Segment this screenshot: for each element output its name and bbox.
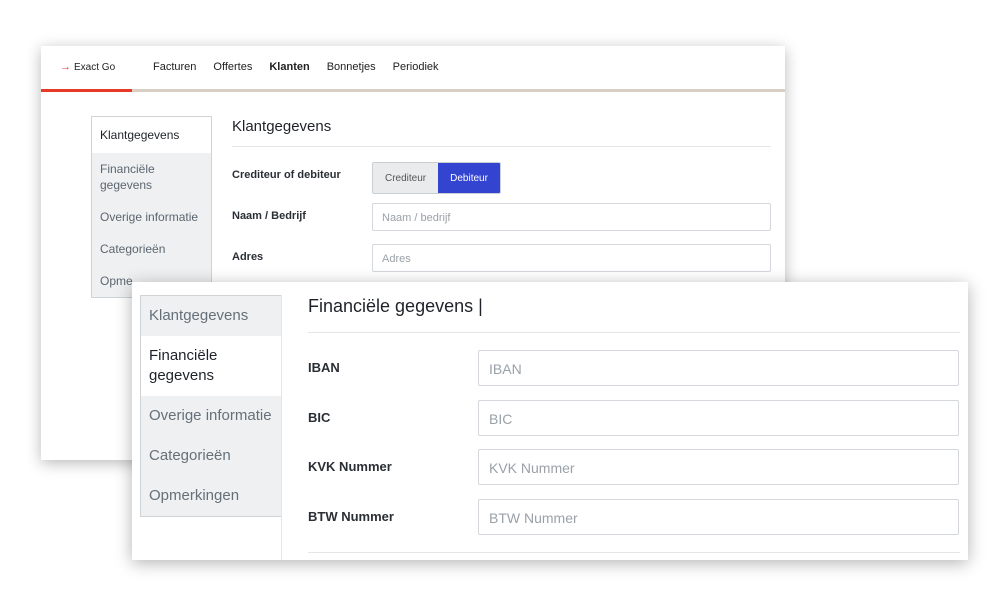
main-nav: Facturen Offertes Klanten Bonnetjes Peri…: [153, 61, 456, 73]
nav-item-bonnetjes[interactable]: Bonnetjes: [327, 61, 376, 73]
sidebar-item-klantgegevens[interactable]: Klantgegevens: [92, 117, 211, 153]
kvk-label: KVK Nummer: [308, 459, 392, 474]
sidebar-item-financiele-gegevens[interactable]: Financiële gegevens: [92, 153, 211, 201]
btw-input[interactable]: BTW Nummer: [478, 499, 959, 535]
exact-go-logo[interactable]: → Exact Go: [60, 61, 115, 73]
crediteur-debiteur-toggle: Crediteur Debiteur: [372, 162, 501, 194]
address-label: Adres: [232, 251, 264, 263]
back-sidebar: Klantgegevens Financiële gegevens Overig…: [91, 116, 212, 298]
active-brand-indicator: [41, 89, 132, 92]
debiteur-button[interactable]: Debiteur: [438, 163, 500, 193]
logo-text: Exact Go: [74, 61, 116, 73]
sidebar-item-overige-informatie[interactable]: Overige informatie: [141, 396, 281, 436]
divider: [308, 332, 960, 333]
bic-label: BIC: [308, 410, 331, 425]
btw-label: BTW Nummer: [308, 509, 394, 524]
nav-item-klanten[interactable]: Klanten: [269, 61, 309, 73]
kvk-input[interactable]: KVK Nummer: [478, 449, 959, 485]
sidebar-divider: [281, 295, 282, 560]
sidebar-item-opmerkingen[interactable]: Opmerkingen: [141, 476, 281, 516]
divider: [308, 552, 960, 553]
front-sidebar: Klantgegevens Financiële gegevens Overig…: [140, 295, 282, 517]
iban-label: IBAN: [308, 360, 340, 375]
name-input[interactable]: Naam / bedrijf: [372, 203, 771, 231]
page-title: Klantgegevens: [232, 118, 332, 135]
nav-item-facturen[interactable]: Facturen: [153, 61, 196, 73]
address-input[interactable]: Adres: [372, 244, 771, 272]
name-label: Naam / Bedrijf: [232, 210, 306, 222]
logo-arrow-icon: →: [60, 61, 71, 73]
financial-details-window: Klantgegevens Financiële gegevens Overig…: [132, 282, 968, 560]
sidebar-item-klantgegevens[interactable]: Klantgegevens: [141, 296, 281, 336]
nav-item-periodiek[interactable]: Periodiek: [393, 61, 439, 73]
divider: [232, 146, 771, 147]
sidebar-item-financiele-gegevens[interactable]: Financiële gegevens: [141, 336, 281, 396]
type-label: Crediteur of debiteur: [232, 169, 341, 181]
crediteur-button[interactable]: Crediteur: [373, 163, 439, 193]
nav-item-offertes[interactable]: Offertes: [213, 61, 252, 73]
bic-input[interactable]: BIC: [478, 400, 959, 436]
section-title: Financiële gegevens |: [308, 296, 483, 316]
iban-input[interactable]: IBAN: [478, 350, 959, 386]
top-navigation-bar: → Exact Go Facturen Offertes Klanten Bon…: [41, 46, 785, 92]
sidebar-item-categorieen[interactable]: Categorieën: [141, 436, 281, 476]
sidebar-item-overige-informatie[interactable]: Overige informatie: [92, 201, 211, 233]
sidebar-item-categorieen[interactable]: Categorieën: [92, 233, 211, 265]
